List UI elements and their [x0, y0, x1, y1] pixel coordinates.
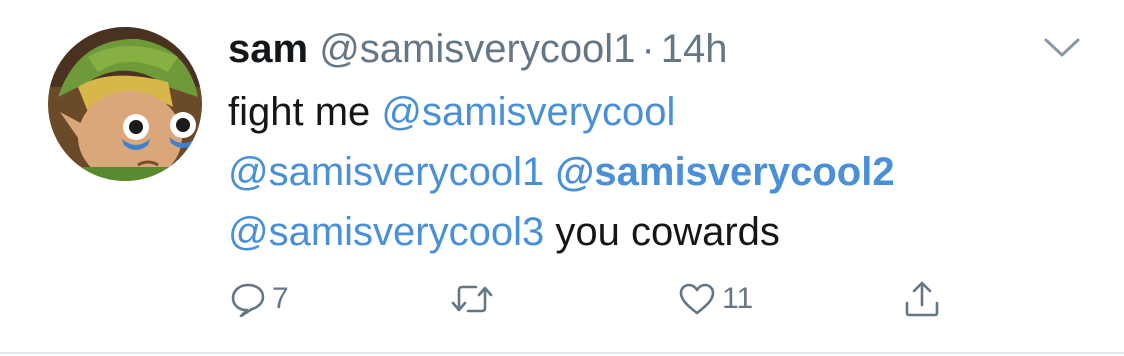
avatar-image [48, 27, 202, 181]
chevron-down-icon [1044, 38, 1080, 57]
like-button[interactable]: 11 [678, 274, 753, 324]
mention-link[interactable]: @samisverycool3 [228, 210, 544, 254]
reply-count: 7 [272, 282, 289, 315]
mention-link[interactable]: @samisverycool2 [555, 150, 894, 194]
retweet-button[interactable] [450, 274, 500, 324]
share-icon [905, 281, 939, 317]
display-name[interactable]: sam [228, 27, 308, 71]
tweet-text-segment: you cowards [544, 210, 780, 254]
tweet[interactable]: sam @samisverycool1 · 14h fight me @samisv… [0, 0, 1124, 356]
tweet-divider [0, 352, 1124, 354]
mention-link[interactable]: @samisverycool1 [228, 150, 544, 194]
tweet-text: fight me @samisverycool @samisverycool1 … [228, 82, 1028, 262]
user-handle[interactable]: @samisverycool1 [319, 27, 635, 71]
tweet-text-line: @samisverycool1 @samisverycool2 [228, 142, 1028, 202]
reply-button[interactable]: 7 [230, 274, 289, 324]
tweet-text-line: fight me @samisverycool [228, 82, 1028, 142]
tweet-timestamp[interactable]: 14h [661, 27, 728, 71]
share-button[interactable] [902, 274, 942, 324]
tweet-actions: 7 11 [228, 274, 988, 324]
avatar[interactable] [48, 27, 202, 181]
tweet-menu-button[interactable] [1043, 36, 1081, 60]
tweet-header: sam @samisverycool1 · 14h [228, 24, 728, 74]
header-separator: · [641, 27, 655, 71]
tweet-text-line: @samisverycool3 you cowards [228, 202, 1028, 262]
like-count: 11 [722, 282, 754, 315]
mention-link[interactable]: @samisverycool [381, 90, 675, 134]
reply-icon [231, 283, 265, 317]
retweet-icon [451, 285, 493, 313]
tweet-text-segment: fight me [228, 90, 382, 134]
heart-icon [679, 283, 715, 315]
